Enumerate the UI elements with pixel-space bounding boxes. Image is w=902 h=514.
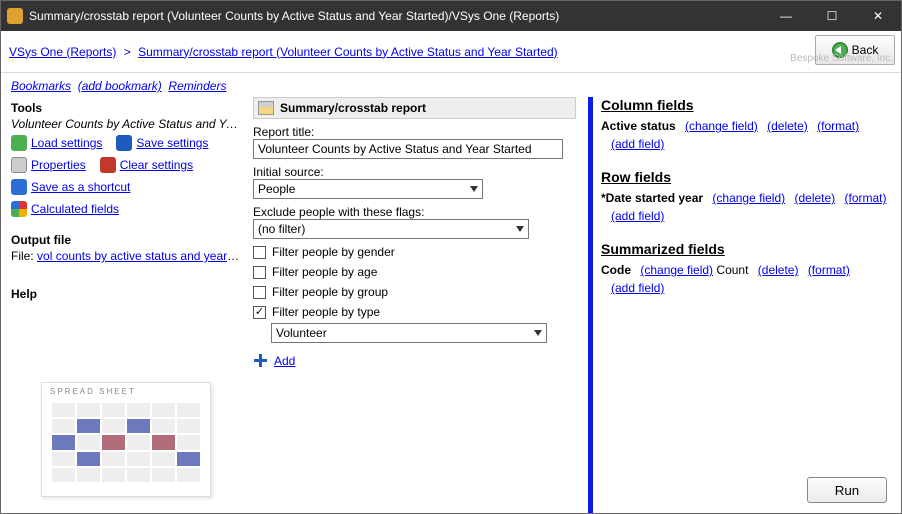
row-fields-heading: Row fields <box>601 169 893 185</box>
chevron-down-icon <box>470 186 478 192</box>
app-icon <box>7 8 23 24</box>
close-button[interactable]: ✕ <box>855 1 901 31</box>
breadcrumb-bar: VSys One (Reports) > Summary/crosstab re… <box>1 31 901 73</box>
bookmarks-link[interactable]: Bookmarks <box>11 79 71 93</box>
add-filter-link[interactable]: Add <box>274 354 295 368</box>
properties-link[interactable]: Properties <box>31 158 86 172</box>
clear-settings-link[interactable]: Clear settings <box>120 158 193 172</box>
column-fields-heading: Column fields <box>601 97 893 113</box>
summarized-field-name: Code <box>601 263 631 277</box>
breadcrumb-current[interactable]: Summary/crosstab report (Volunteer Count… <box>138 45 558 59</box>
maximize-button[interactable]: ☐ <box>809 1 855 31</box>
report-subtitle: Volunteer Counts by Active Status and Ye… <box>11 117 241 131</box>
app-window: Summary/crosstab report (Volunteer Count… <box>0 0 902 514</box>
filter-type-value: Volunteer <box>276 326 327 340</box>
summarized-stat: Count <box>716 263 748 277</box>
row-field-name: *Date started year <box>601 191 703 205</box>
section-icon <box>258 101 274 115</box>
row-format-link[interactable]: (format) <box>845 191 887 205</box>
tools-heading: Tools <box>11 101 241 115</box>
plus-icon <box>253 353 268 368</box>
titlebar: Summary/crosstab report (Volunteer Count… <box>1 1 901 31</box>
save-settings-link[interactable]: Save settings <box>136 136 208 150</box>
summarized-format-link[interactable]: (format) <box>808 263 850 277</box>
filter-gender-label: Filter people by gender <box>272 245 395 259</box>
filter-age-label: Filter people by age <box>272 265 377 279</box>
exclude-flags-combo[interactable]: (no filter) <box>253 219 529 239</box>
report-title-input[interactable] <box>253 139 563 159</box>
linkbar: Bookmarks (add bookmark) Reminders <box>1 73 901 97</box>
report-title-label: Report title: <box>253 125 576 139</box>
summarized-delete-link[interactable]: (delete) <box>758 263 799 277</box>
filter-age-checkbox[interactable] <box>253 266 266 279</box>
fields-panel: Column fields Active status (change fiel… <box>599 97 901 513</box>
filter-group-checkbox[interactable] <box>253 286 266 299</box>
properties-icon <box>11 157 27 173</box>
exclude-flags-label: Exclude people with these flags: <box>253 205 576 219</box>
section-header: Summary/crosstab report <box>253 97 576 119</box>
breadcrumb-root[interactable]: VSys One (Reports) <box>9 45 116 59</box>
section-title: Summary/crosstab report <box>280 101 426 115</box>
exclude-flags-value: (no filter) <box>258 222 305 236</box>
summarized-fields-heading: Summarized fields <box>601 241 893 257</box>
shortcut-icon <box>11 179 27 195</box>
column-change-field-link[interactable]: (change field) <box>685 119 758 133</box>
report-preview-image: SPREAD SHEET <box>41 382 211 497</box>
add-bookmark-link[interactable]: (add bookmark) <box>78 79 162 93</box>
column-field-name: Active status <box>601 119 676 133</box>
filter-type-checkbox[interactable] <box>253 306 266 319</box>
save-settings-icon <box>116 135 132 151</box>
summarized-add-field-link[interactable]: (add field) <box>611 281 893 295</box>
column-add-field-link[interactable]: (add field) <box>611 137 893 151</box>
chevron-down-icon <box>516 226 524 232</box>
clear-settings-icon <box>100 157 116 173</box>
back-label: Back <box>852 43 879 57</box>
filter-gender-checkbox[interactable] <box>253 246 266 259</box>
column-format-link[interactable]: (format) <box>817 119 859 133</box>
row-add-field-link[interactable]: (add field) <box>611 209 893 223</box>
breadcrumb: VSys One (Reports) > Summary/crosstab re… <box>9 45 558 59</box>
chevron-down-icon <box>534 330 542 336</box>
filter-group-label: Filter people by group <box>272 285 388 299</box>
load-settings-icon <box>11 135 27 151</box>
filter-type-label: Filter people by type <box>272 305 380 319</box>
preview-label: SPREAD SHEET <box>50 387 136 396</box>
row-change-field-link[interactable]: (change field) <box>712 191 785 205</box>
calculated-fields-icon <box>11 201 27 217</box>
output-file-link[interactable]: vol counts by active status and year sta… <box>37 249 241 263</box>
initial-source-label: Initial source: <box>253 165 576 179</box>
back-arrow-icon <box>832 42 848 58</box>
calculated-fields-link[interactable]: Calculated fields <box>31 202 119 216</box>
file-prefix: File: <box>11 249 34 263</box>
left-panel: Tools Volunteer Counts by Active Status … <box>1 97 249 513</box>
run-button[interactable]: Run <box>807 477 887 503</box>
summarized-change-field-link[interactable]: (change field) <box>640 263 713 277</box>
output-file-heading: Output file <box>11 233 241 247</box>
divider <box>588 97 593 513</box>
save-shortcut-link[interactable]: Save as a shortcut <box>31 180 130 194</box>
minimize-button[interactable]: — <box>763 1 809 31</box>
settings-panel: Summary/crosstab report Report title: In… <box>249 97 584 513</box>
column-delete-link[interactable]: (delete) <box>767 119 808 133</box>
initial-source-value: People <box>258 182 295 196</box>
load-settings-link[interactable]: Load settings <box>31 136 102 150</box>
initial-source-combo[interactable]: People <box>253 179 483 199</box>
back-button[interactable]: Back <box>815 35 895 65</box>
reminders-link[interactable]: Reminders <box>168 79 226 93</box>
filter-type-combo[interactable]: Volunteer <box>271 323 547 343</box>
window-title: Summary/crosstab report (Volunteer Count… <box>29 9 763 23</box>
breadcrumb-sep: > <box>120 45 135 59</box>
help-heading: Help <box>11 287 241 301</box>
row-delete-link[interactable]: (delete) <box>794 191 835 205</box>
